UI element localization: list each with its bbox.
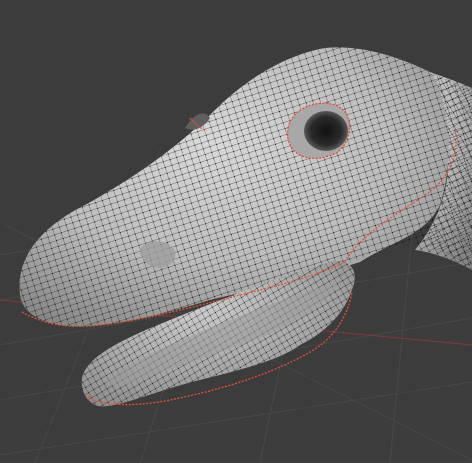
head-mesh[interactable]: [0, 0, 472, 340]
3d-viewport[interactable]: [0, 0, 472, 463]
viewport-canvas[interactable]: [0, 0, 472, 463]
